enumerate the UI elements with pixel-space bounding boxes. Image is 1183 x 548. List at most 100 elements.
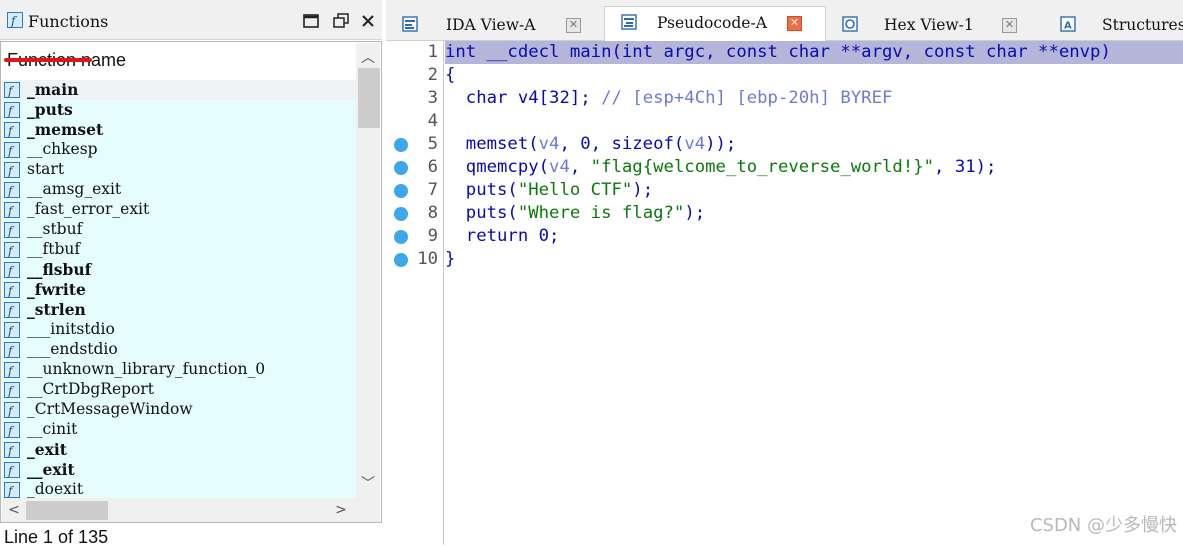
function-item[interactable]: f _strlen — [2, 300, 357, 320]
code-token: "flag{welcome_to_reverse_world!}" — [590, 157, 935, 177]
svg-text:A: A — [1064, 21, 1072, 32]
function-item[interactable]: f _puts — [2, 100, 357, 120]
restore-icon[interactable] — [332, 12, 350, 30]
line-number: 3 — [427, 88, 438, 108]
pseudocode-icon — [621, 14, 637, 34]
code-token: ); — [684, 203, 706, 223]
functions-panel-title: Functions — [28, 12, 109, 31]
tab-label: Pseudocode-A — [657, 14, 767, 32]
vertical-scroll-thumb[interactable] — [358, 68, 380, 128]
function-name: _doexit — [27, 480, 84, 498]
function-item[interactable]: f _main — [2, 80, 357, 100]
code-line[interactable]: return 0; — [445, 225, 1183, 248]
line-number: 6 — [427, 157, 438, 177]
function-icon: f — [4, 122, 20, 142]
function-item[interactable]: f _exit — [2, 440, 357, 460]
tab-close-icon[interactable]: ✕ — [787, 16, 802, 31]
function-item[interactable]: f _fwrite — [2, 280, 357, 300]
code-line[interactable]: puts("Where is flag?"); — [445, 202, 1183, 225]
scroll-down-icon[interactable]: ﹀ — [356, 477, 380, 491]
annotation-underline — [4, 58, 92, 62]
code-line[interactable]: { — [445, 64, 1183, 87]
line-number: 4 — [427, 111, 438, 131]
function-name: __amsg_exit — [27, 180, 122, 198]
function-item[interactable]: f _memset — [2, 120, 357, 140]
function-name: _strlen — [27, 300, 86, 319]
code-token: v4 — [538, 134, 560, 154]
hex-view-icon — [842, 16, 858, 36]
code-token: , 0, sizeof( — [559, 134, 685, 154]
code-line[interactable]: } — [445, 248, 1183, 271]
scroll-left-icon[interactable]: < — [2, 503, 26, 517]
breakpoint-dot-icon[interactable] — [394, 138, 408, 152]
code-line[interactable]: memset(v4, 0, sizeof(v4)); — [445, 133, 1183, 156]
function-item[interactable]: f __exit — [2, 460, 357, 480]
functions-panel: f Functions Function name f_mainf_putsf_… — [0, 0, 382, 547]
function-item[interactable]: f __cinit — [2, 420, 357, 440]
code-line[interactable] — [445, 110, 1183, 133]
code-token: puts( — [445, 203, 518, 223]
code-token: char v4[32]; — [445, 88, 602, 108]
code-line[interactable]: qmemcpy(v4, "flag{welcome_to_reverse_wor… — [445, 156, 1183, 179]
breakpoint-dot-icon[interactable] — [394, 207, 408, 221]
tab-ida-view-a[interactable]: IDA View-A ✕ — [386, 9, 604, 41]
breakpoint-dot-icon[interactable] — [394, 253, 408, 267]
function-item[interactable]: f __stbuf — [2, 220, 357, 240]
function-icon: f — [4, 462, 20, 482]
function-name: _fwrite — [27, 280, 86, 299]
function-item[interactable]: f ___initstdio — [2, 320, 357, 340]
code-line[interactable]: char v4[32]; // [esp+4Ch] [ebp-20h] BYRE… — [445, 87, 1183, 110]
tab-close-icon[interactable]: ✕ — [1002, 18, 1017, 33]
function-item[interactable]: f _CrtMessageWindow — [2, 400, 357, 420]
close-icon[interactable] — [359, 12, 377, 30]
code-token: "Where is flag?" — [517, 203, 685, 223]
vertical-scrollbar[interactable]: ︿ ﹀ — [356, 43, 380, 498]
function-icon: f — [4, 82, 20, 102]
breakpoint-dot-icon[interactable] — [394, 230, 408, 244]
pseudocode-view[interactable]: int __cdecl main(int argc, const char **… — [445, 41, 1183, 545]
function-item[interactable]: f start — [2, 160, 357, 180]
code-token: , — [569, 157, 591, 177]
scroll-up-icon[interactable]: ︿ — [356, 51, 380, 65]
functions-list[interactable]: f _main f _puts f _memset f __chkesp f start f __am… — [2, 80, 357, 498]
function-name: ___initstdio — [27, 320, 115, 338]
function-item[interactable]: f __CrtDbgReport — [2, 380, 357, 400]
horizontal-scroll-thumb[interactable] — [26, 501, 108, 520]
code-token: } — [445, 249, 456, 269]
function-item[interactable]: f __flsbuf — [2, 260, 357, 280]
function-name: _exit — [27, 440, 67, 459]
code-token: )); — [705, 134, 737, 154]
function-item[interactable]: f __ftbuf — [2, 240, 357, 260]
function-name: _CrtMessageWindow — [27, 400, 193, 418]
horizontal-scrollbar[interactable]: < > — [2, 498, 380, 522]
tab-close-icon[interactable]: ✕ — [566, 18, 581, 33]
line-number: 10 — [417, 249, 438, 269]
function-item[interactable]: f __chkesp — [2, 140, 357, 160]
tab-hex-view-1[interactable]: Hex View-1 ✕ — [826, 9, 1044, 41]
tab-structures[interactable]: A Structures — [1044, 9, 1183, 41]
breakpoint-dot-icon[interactable] — [394, 184, 408, 198]
function-icon: f — [4, 402, 20, 422]
function-name: _fast_error_exit — [27, 200, 150, 218]
line-number: 1 — [427, 42, 438, 62]
function-icon: f — [4, 362, 20, 382]
tab-pseudocode-a[interactable]: Pseudocode-A ✕ — [604, 6, 826, 42]
function-name: __CrtDbgReport — [27, 380, 155, 398]
function-name: _main — [27, 80, 79, 99]
scroll-right-icon[interactable]: > — [329, 503, 353, 517]
function-item[interactable]: f ___endstdio — [2, 340, 357, 360]
function-item[interactable]: f __unknown_library_function_0 — [2, 360, 357, 380]
code-line[interactable]: puts("Hello CTF"); — [445, 179, 1183, 202]
function-item[interactable]: f _fast_error_exit — [2, 200, 357, 220]
function-name: start — [27, 160, 65, 178]
structures-icon: A — [1060, 16, 1076, 36]
maximize-icon[interactable] — [302, 12, 320, 30]
code-line[interactable]: int __cdecl main(int argc, const char **… — [445, 41, 1183, 64]
function-icon: f — [4, 182, 20, 202]
function-item[interactable]: f _doexit — [2, 480, 357, 498]
function-item[interactable]: f __amsg_exit — [2, 180, 357, 200]
line-number: 2 — [427, 65, 438, 85]
function-name: __flsbuf — [27, 260, 92, 279]
functions-titlebar: f Functions — [0, 0, 382, 40]
breakpoint-dot-icon[interactable] — [394, 161, 408, 175]
